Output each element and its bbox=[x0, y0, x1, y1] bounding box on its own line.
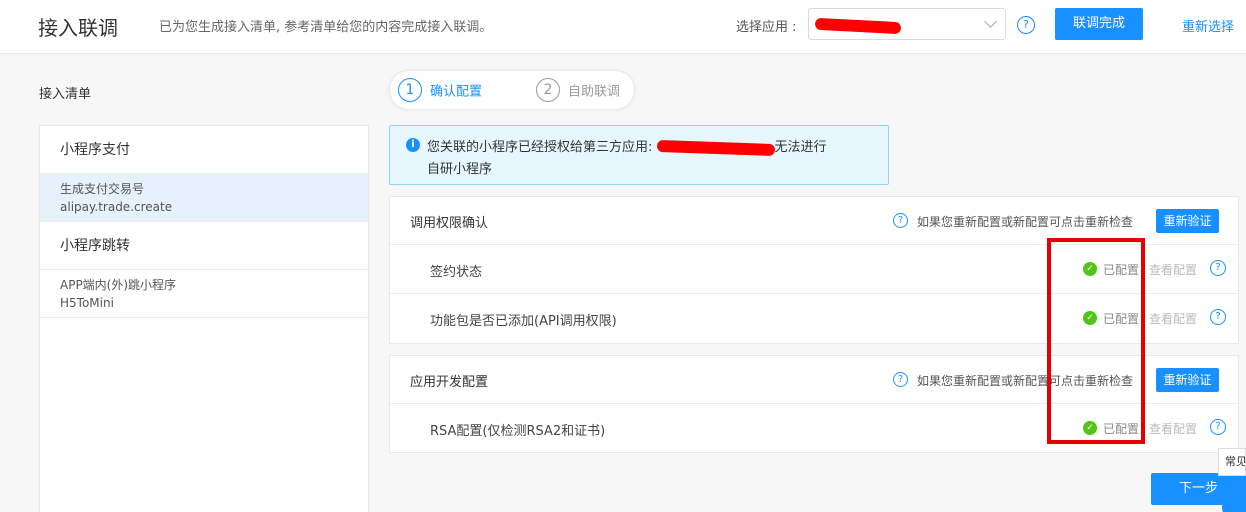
sidebar-group-mini-jump[interactable]: 小程序跳转 bbox=[40, 222, 368, 270]
step-label: 确认配置 bbox=[430, 84, 483, 100]
step-number: 1 bbox=[398, 78, 422, 102]
sidebar-item-name: APP端内(外)跳小程序 bbox=[60, 278, 177, 292]
checklist-title: 接入清单 bbox=[39, 87, 92, 102]
reverify-button[interactable]: 重新验证 bbox=[1156, 209, 1219, 233]
check-status: 已配置 bbox=[1103, 263, 1140, 277]
sidebar-item-api: alipay.trade.create bbox=[60, 200, 173, 214]
question-circle-icon[interactable]: ? bbox=[1210, 419, 1226, 435]
question-circle-icon[interactable]: ? bbox=[893, 213, 908, 228]
step-label: 自助联调 bbox=[568, 84, 621, 100]
panel-header: 应用开发配置 ? 如果您重新配置或新配置可点击重新检查 重新验证 bbox=[390, 356, 1238, 404]
app-dev-config-panel: 应用开发配置 ? 如果您重新配置或新配置可点击重新检查 重新验证 RSA配置(仅… bbox=[389, 355, 1239, 453]
panel-title: 应用开发配置 bbox=[410, 375, 489, 390]
check-label: 签约状态 bbox=[430, 265, 483, 280]
info-circle-icon: i bbox=[406, 138, 420, 152]
chevron-down-icon bbox=[984, 15, 997, 28]
view-config-link[interactable]: 查看配置 bbox=[1149, 420, 1197, 437]
select-app-label: 选择应用 : bbox=[736, 20, 797, 35]
info-text-line2: 自研小程序 bbox=[427, 162, 493, 177]
step-indicator: 1 确认配置 2 自助联调 bbox=[390, 71, 634, 109]
check-row-feature-package: 功能包是否已添加(API调用权限) ✓ 已配置 查看配置 ? bbox=[390, 294, 1238, 343]
check-row-rsa: RSA配置(仅检测RSA2和证书) ✓ 已配置 查看配置 ? bbox=[390, 404, 1238, 453]
checklist-sidebar: 小程序支付 生成支付交易号 alipay.trade.create 小程序跳转 … bbox=[39, 125, 369, 512]
step-confirm-config[interactable]: 1 确认配置 bbox=[398, 78, 482, 102]
reselect-link[interactable]: 重新选择 bbox=[1182, 16, 1234, 35]
panel-header: 调用权限确认 ? 如果您重新配置或新配置可点击重新检查 重新验证 bbox=[390, 197, 1238, 245]
reverify-button[interactable]: 重新验证 bbox=[1156, 368, 1219, 392]
panel-title: 调用权限确认 bbox=[410, 216, 489, 231]
question-circle-icon[interactable]: ? bbox=[1017, 16, 1035, 34]
app-select[interactable] bbox=[808, 8, 1006, 40]
check-circle-icon: ✓ bbox=[1083, 421, 1097, 435]
check-status: 已配置 bbox=[1103, 422, 1140, 436]
page-description: 已为您生成接入清单, 参考清单给您的内容完成接入联调。 bbox=[159, 20, 493, 35]
info-text-line1: 您关联的小程序已经授权给第三方应用: 无法进行 bbox=[427, 136, 827, 156]
check-status: 已配置 bbox=[1103, 312, 1140, 326]
question-circle-icon[interactable]: ? bbox=[1210, 309, 1226, 325]
panel-tip: 如果您重新配置或新配置可点击重新检查 bbox=[917, 215, 1134, 229]
redaction-mark bbox=[656, 139, 775, 156]
view-config-link[interactable]: 查看配置 bbox=[1149, 310, 1197, 327]
sidebar-item-name: 生成支付交易号 bbox=[60, 182, 145, 196]
sidebar-item-h5tomini[interactable]: APP端内(外)跳小程序 H5ToMini bbox=[40, 270, 368, 318]
complete-debug-button[interactable]: 联调完成 bbox=[1055, 8, 1143, 40]
sidebar-item-trade-create[interactable]: 生成支付交易号 alipay.trade.create bbox=[40, 174, 368, 222]
question-circle-icon[interactable]: ? bbox=[893, 372, 908, 387]
info-text-before: 您关联的小程序已经授权给第三方应用: bbox=[427, 140, 653, 155]
info-alert: i 您关联的小程序已经授权给第三方应用: 无法进行 自研小程序 bbox=[389, 125, 889, 185]
sidebar-group-mini-pay[interactable]: 小程序支付 bbox=[40, 126, 368, 174]
info-text-after: 无法进行 bbox=[774, 140, 827, 155]
panel-tip: 如果您重新配置或新配置可点击重新检查 bbox=[917, 374, 1134, 388]
redaction-mark bbox=[814, 17, 902, 35]
step-self-debug[interactable]: 2 自助联调 bbox=[536, 78, 620, 102]
view-config-link[interactable]: 查看配置 bbox=[1149, 261, 1197, 278]
permission-panel: 调用权限确认 ? 如果您重新配置或新配置可点击重新检查 重新验证 签约状态 ✓ … bbox=[389, 196, 1239, 344]
check-row-sign-status: 签约状态 ✓ 已配置 查看配置 ? bbox=[390, 245, 1238, 294]
page-title: 接入联调 bbox=[38, 16, 118, 40]
check-label: 功能包是否已添加(API调用权限) bbox=[430, 314, 617, 329]
top-header: 接入联调 已为您生成接入清单, 参考清单给您的内容完成接入联调。 选择应用 : … bbox=[0, 0, 1246, 54]
sidebar-item-api: H5ToMini bbox=[60, 296, 114, 310]
faq-float-tab[interactable]: 常见 bbox=[1218, 448, 1246, 476]
check-circle-icon: ✓ bbox=[1083, 311, 1097, 325]
check-circle-icon: ✓ bbox=[1083, 262, 1097, 276]
check-label: RSA配置(仅检测RSA2和证书) bbox=[430, 424, 606, 439]
step-number: 2 bbox=[536, 78, 560, 102]
question-circle-icon[interactable]: ? bbox=[1210, 260, 1226, 276]
